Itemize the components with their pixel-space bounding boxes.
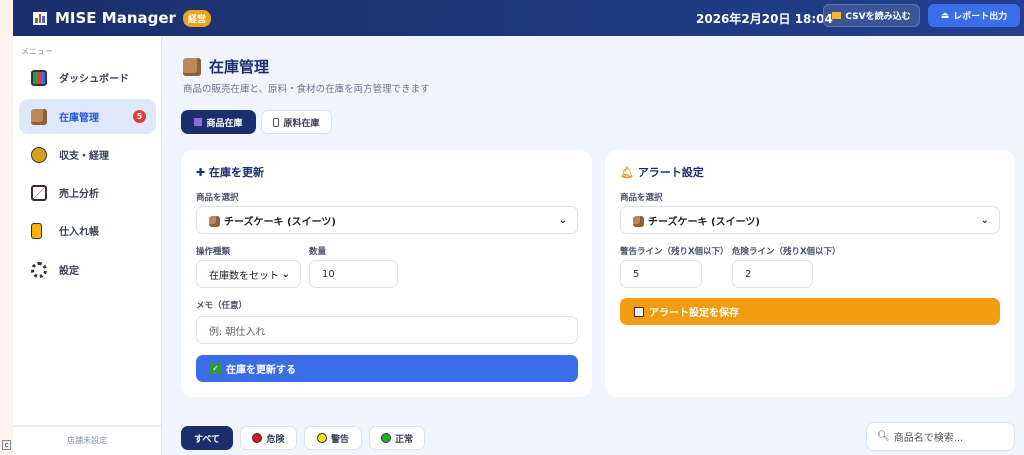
green-circle-icon	[380, 433, 391, 443]
filter-label: 警告	[330, 434, 349, 445]
bell-icon: 🔔︎	[620, 166, 638, 179]
sidebar-item-label: 収支・経理	[59, 151, 109, 162]
product-select[interactable]: チーズケーキ (スイーツ) ⌄	[196, 206, 578, 234]
sidebar-item-label: ダッシュボード	[59, 74, 129, 85]
app-name: MISE Manager	[55, 9, 176, 27]
sidebar-item-label: 設定	[59, 266, 79, 277]
card-title-text: 在庫を更新	[209, 166, 265, 179]
chart-icon	[31, 69, 47, 86]
quantity-label: 数量	[309, 247, 327, 257]
sidebar-item-label: 在庫管理	[59, 113, 99, 124]
app-logo: MISE Manager 経営	[33, 9, 211, 27]
line-chart-icon	[31, 184, 47, 201]
filter-danger-button[interactable]: 危険	[240, 426, 297, 450]
tab-material-stock[interactable]: 原料在庫	[261, 110, 332, 134]
card-title: 🔔︎ アラート設定	[620, 164, 704, 180]
chart-icon	[33, 11, 47, 25]
warning-line-label: 警告ライン（残りX個以下）	[620, 247, 729, 257]
mode-badge: 経営	[182, 9, 211, 27]
box-icon	[31, 108, 47, 125]
warning-line-input[interactable]: 5	[620, 260, 702, 288]
floppy-icon	[634, 306, 644, 317]
operation-label: 操作種類	[196, 247, 231, 257]
page-subtitle: 商品の販売在庫と、原料・食材の在庫を両方管理できます	[183, 84, 430, 95]
export-report-button[interactable]: ⏏ レポート出力	[928, 4, 1020, 27]
quantity-input[interactable]: 10	[309, 260, 398, 288]
product-search-input[interactable]: 🔍︎ 商品名で検索...	[866, 422, 1015, 451]
tab-label: 原料在庫	[283, 118, 320, 129]
sidebar-item-label: 売上分析	[59, 189, 99, 200]
alert-count-badge: 5	[133, 110, 146, 123]
upload-icon: ⏏	[940, 10, 950, 21]
chevron-down-icon: ⌄	[980, 214, 989, 226]
folder-icon	[832, 12, 842, 19]
operation-select-value: 在庫数をセット	[209, 270, 279, 282]
background-window: c	[0, 0, 13, 455]
product-select-value: チーズケーキ (スイーツ)	[648, 216, 760, 228]
chevron-down-icon: ⌄	[281, 268, 290, 280]
card-title-text: アラート設定	[637, 166, 704, 179]
update-stock-button[interactable]: ✓ 在庫を更新する	[196, 355, 578, 382]
danger-line-input[interactable]: 2	[732, 260, 813, 288]
bag-icon	[194, 118, 203, 126]
box-icon	[633, 216, 644, 227]
danger-line-label: 危険ライン（残りX個以下）	[732, 247, 841, 257]
search-icon: 🔍︎	[877, 431, 890, 442]
update-stock-card: ✚ 在庫を更新 商品を選択 チーズケーキ (スイーツ) ⌄ 操作種類 在庫数をセッ…	[181, 150, 592, 397]
filter-label: 危険	[266, 434, 285, 445]
jar-icon	[273, 117, 280, 127]
filter-label: 正常	[394, 434, 413, 445]
save-alert-button[interactable]: アラート設定を保存	[620, 298, 1000, 325]
tab-label: 商品在庫	[206, 118, 243, 129]
import-csv-label: CSVを読み込む	[845, 12, 911, 22]
chevron-down-icon: ⌄	[558, 214, 567, 226]
sidebar-item-sales-analysis[interactable]: 売上分析	[19, 175, 156, 210]
sidebar-item-purchases[interactable]: 仕入れ帳	[19, 213, 156, 248]
export-report-label: レポート出力	[953, 12, 1008, 22]
page-title: 在庫管理	[183, 56, 269, 77]
alert-settings-card: 🔔︎ アラート設定 商品を選択 チーズケーキ (スイーツ) ⌄ 警告ライン（残りX…	[605, 150, 1015, 397]
import-csv-button[interactable]: CSVを読み込む	[823, 4, 920, 27]
filter-warning-button[interactable]: 警告	[304, 426, 362, 450]
box-icon	[209, 216, 220, 227]
search-placeholder: 商品名で検索...	[893, 433, 964, 444]
ledger-icon	[31, 222, 42, 239]
check-icon: ✓	[210, 363, 221, 374]
sidebar-item-accounting[interactable]: 収支・経理	[19, 137, 156, 172]
page-title-text: 在庫管理	[209, 58, 270, 76]
plus-icon: ✚	[196, 166, 210, 179]
filter-normal-button[interactable]: 正常	[369, 426, 425, 450]
sidebar-item-settings[interactable]: 設定	[19, 252, 156, 287]
product-select-value: チーズケーキ (スイーツ)	[224, 216, 336, 228]
operation-select[interactable]: 在庫数をセット ⌄	[196, 260, 301, 288]
yellow-circle-icon	[316, 433, 327, 443]
alert-product-select[interactable]: チーズケーキ (スイーツ) ⌄	[620, 206, 1000, 234]
app-header: MISE Manager 経営 2026年2月20日 18:04 CSVを読み込…	[13, 0, 1024, 36]
gear-icon	[31, 261, 47, 278]
money-bag-icon	[31, 146, 47, 163]
menu-label: メニュー	[21, 47, 53, 56]
sidebar-item-inventory[interactable]: 在庫管理 5	[19, 99, 156, 134]
datetime: 2026年2月20日 18:04	[696, 11, 833, 26]
product-label: 商品を選択	[620, 193, 663, 203]
update-stock-label: 在庫を更新する	[226, 365, 296, 376]
store-name: 店舗未設定	[13, 425, 161, 455]
memo-input[interactable]: 例: 朝仕入れ	[196, 316, 578, 344]
c-icon: c	[2, 440, 11, 450]
save-alert-label: アラート設定を保存	[649, 308, 739, 319]
red-circle-icon	[252, 433, 263, 443]
sidebar-item-label: 仕入れ帳	[59, 227, 99, 238]
tab-product-stock[interactable]: 商品在庫	[181, 110, 256, 134]
memo-label: メモ（任意）	[196, 301, 248, 311]
box-icon	[183, 57, 201, 76]
sidebar-item-dashboard[interactable]: ダッシュボード	[19, 60, 156, 95]
sidebar: メニュー ダッシュボード 在庫管理 5 収支・経理 売上分析 仕入れ帳 設定 店舗…	[13, 36, 162, 455]
product-label: 商品を選択	[196, 193, 239, 203]
filter-all-button[interactable]: すべて	[181, 426, 233, 450]
card-title: ✚ 在庫を更新	[196, 164, 264, 180]
